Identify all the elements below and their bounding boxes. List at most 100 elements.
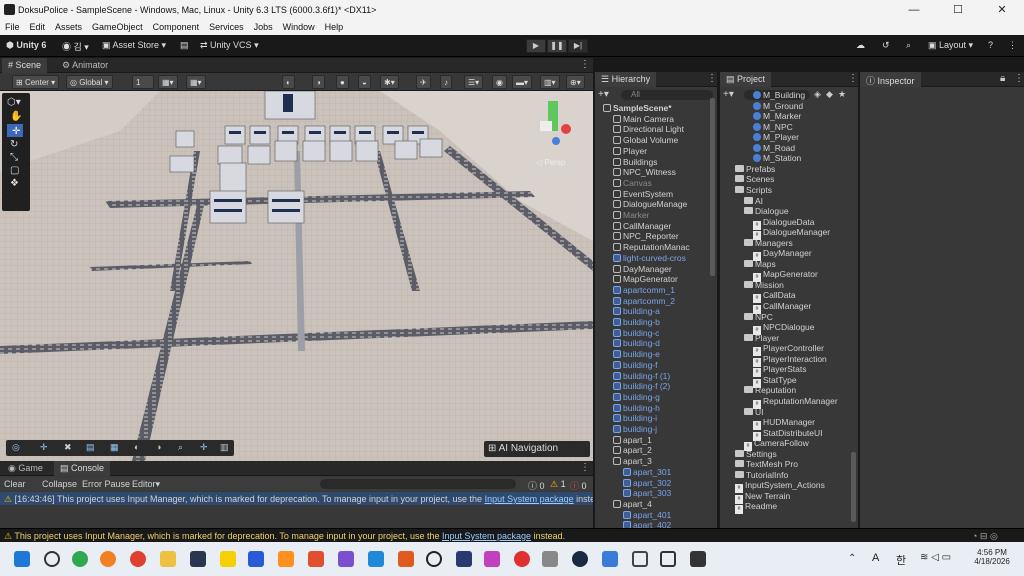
project-item[interactable]: # PlayerInteraction [753, 354, 827, 367]
project-item[interactable]: M_Station [753, 153, 801, 164]
hierarchy-item[interactable]: apart_302 [623, 478, 671, 489]
hierarchy-item[interactable]: building-i [613, 413, 657, 424]
hand-tool-icon[interactable]: ✋ [2, 108, 30, 122]
overlay-tool-3-icon[interactable]: ✖ [64, 442, 72, 453]
project-menu-icon[interactable]: ⋮ [848, 73, 858, 84]
grid-icon[interactable]: ▦▾ [158, 75, 178, 89]
console-menu-icon[interactable]: ⋮ [580, 462, 590, 473]
status-icons[interactable]: ◔ ⊟ ◎ [972, 531, 998, 542]
hierarchy-item[interactable]: building-f (2) [613, 381, 670, 392]
kakaotalk-icon[interactable] [220, 551, 236, 567]
scene-viewport[interactable]: ◁ Persp ⬡▾ ✋ ✛ ↻ ⤡ ▢ ❖ ◎ ✛ ✖ ▤ ▦ ◐ ◑ ⌕ ✛… [0, 91, 593, 461]
hierarchy-item[interactable]: Buildings [613, 157, 658, 168]
vscode-icon[interactable] [368, 551, 384, 567]
package-icon[interactable]: ▤ [180, 40, 189, 51]
tab-game[interactable]: ◉ Game [2, 461, 49, 476]
visual-studio-icon[interactable] [338, 551, 354, 567]
hierarchy-item[interactable]: apart_1 [613, 435, 652, 446]
search-icon[interactable]: ⌕ [906, 40, 911, 51]
project-item[interactable]: Settings [735, 449, 777, 460]
hierarchy-item[interactable]: building-j [613, 424, 657, 435]
project-item[interactable]: NPC [744, 312, 773, 323]
hierarchy-item[interactable]: apart_303 [623, 488, 671, 499]
project-item[interactable]: # MapGenerator [753, 269, 818, 283]
history-icon[interactable]: ↺ [882, 40, 890, 51]
menu-file[interactable]: File [0, 20, 25, 35]
project-item[interactable]: # ReputationManager [753, 396, 838, 409]
orientation-icon[interactable]: ⊕▾ [566, 75, 585, 89]
overlay-tool-6-icon[interactable]: ◐ [134, 442, 139, 452]
minimize-button[interactable]: — [892, 0, 936, 20]
pause-button[interactable]: ❚❚ [547, 39, 567, 53]
hierarchy-item[interactable]: apart_2 [613, 445, 652, 456]
app-icon-6[interactable] [398, 551, 414, 567]
error-pause-button[interactable]: Error Pause [82, 479, 130, 489]
draw-mode-icon[interactable]: ◐ [282, 75, 295, 89]
project-item[interactable]: # New Terrain [735, 491, 790, 504]
project-item[interactable]: # Readme [735, 501, 777, 515]
hierarchy-item[interactable]: EventSystem [613, 189, 673, 200]
hierarchy-scrollbar[interactable] [710, 98, 715, 276]
clock[interactable]: 4:56 PM 4/18/2026 [970, 548, 1014, 566]
console-search-input[interactable] [320, 479, 516, 489]
project-item[interactable]: # HUDManager [753, 417, 815, 431]
overlay-tool-8-icon[interactable]: ✛ [200, 442, 208, 453]
hierarchy-item[interactable]: apart_4 [613, 499, 652, 510]
app-icon-8[interactable] [514, 551, 530, 567]
overlay-tool-7-icon[interactable]: ◑ [156, 442, 161, 452]
hierarchy-item[interactable]: light-curved-cros [613, 253, 686, 264]
ai-navigation-overlay[interactable]: ⊞ AI Navigation [484, 441, 590, 457]
hierarchy-item[interactable]: building-f [613, 360, 658, 371]
camera-icon[interactable]: ▬▾ [512, 75, 533, 89]
editor-dropdown[interactable]: Editor▾ [132, 479, 160, 490]
status-bar[interactable]: ⚠ This project uses Input Manager, which… [0, 528, 1024, 542]
hierarchy-item[interactable]: building-c [613, 328, 659, 339]
project-item[interactable]: TextMesh Pro [735, 459, 798, 470]
tab-project[interactable]: ▤ Project [720, 72, 772, 87]
hierarchy-item[interactable]: building-a [613, 306, 660, 317]
app-icon-2[interactable] [100, 551, 116, 567]
collapse-button[interactable]: Collapse [42, 479, 77, 489]
rect-tool-icon[interactable]: ▢ [2, 163, 30, 176]
menu-gameobject[interactable]: GameObject [87, 20, 148, 35]
play-button[interactable]: ▶ [526, 39, 546, 53]
project-item[interactable]: Reputation [744, 385, 796, 396]
layout-dropdown[interactable]: ▣ Layout ▾ [928, 40, 973, 51]
project-scrollbar[interactable] [851, 452, 856, 522]
overlay-tool-4-icon[interactable]: ▤ [86, 442, 95, 453]
project-item[interactable]: # StatType [753, 375, 797, 388]
project-item[interactable]: Scenes [735, 174, 774, 185]
project-item[interactable]: # DialogueManager [753, 227, 830, 241]
network-icon[interactable]: ≋ ◁ ▭ [920, 552, 951, 563]
visibility-icon[interactable]: ◉ [492, 75, 507, 89]
asset-store-button[interactable]: ▣ Asset Store ▾ [102, 40, 166, 51]
project-item[interactable]: Prefabs [735, 164, 775, 175]
hierarchy-item[interactable]: building-e [613, 349, 660, 360]
overlay-tool-2-icon[interactable]: ✛ [40, 442, 48, 453]
hierarchy-item[interactable]: MapGenerator [613, 274, 678, 285]
scene-menu-icon[interactable]: ⋮ [580, 59, 590, 70]
project-item[interactable]: # NPCDialogue [753, 322, 815, 336]
project-item[interactable]: M_Ground [753, 101, 803, 112]
app-icon-10[interactable] [632, 551, 648, 567]
app-icon-7[interactable] [456, 551, 472, 567]
overlay-tool-5-icon[interactable]: ▦ [110, 442, 119, 453]
project-item[interactable]: # CallData [753, 290, 796, 304]
overlay-search-icon[interactable]: ⌕ [178, 442, 183, 453]
persp-label[interactable]: ◁ Persp [536, 158, 565, 167]
menu-assets[interactable]: Assets [50, 20, 87, 35]
pivot-dropdown[interactable]: ⊞ Center ▾ [12, 75, 60, 89]
menu-help[interactable]: Help [320, 20, 349, 35]
inspector-menu-icon[interactable]: ⋮ [1014, 73, 1024, 84]
app-icon-4[interactable] [278, 551, 294, 567]
shaded-icon[interactable]: ◑ [312, 75, 325, 89]
unity-version-button[interactable]: ⬢ Unity 6 [6, 40, 46, 51]
menu-jobs[interactable]: Jobs [249, 20, 278, 35]
start-icon[interactable] [14, 551, 30, 567]
project-item[interactable]: Scripts [735, 185, 772, 196]
project-item[interactable]: # DayManager [753, 248, 812, 262]
overlay-tool-9-icon[interactable]: ▥ [220, 442, 229, 453]
project-item[interactable]: M_Player [753, 132, 799, 143]
console-log-entry[interactable]: ⚠ [16:43:46] This project uses Input Man… [0, 492, 593, 505]
hierarchy-item[interactable]: NPC_Witness [613, 167, 676, 178]
